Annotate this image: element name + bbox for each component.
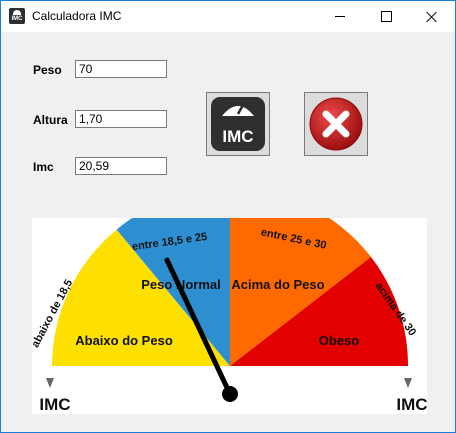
left-axis-label: IMC <box>39 395 70 414</box>
imc-gauge: Abaixo do Peso Peso Normal Acima do Peso… <box>29 187 428 414</box>
segment-label-acima: Acima do Peso <box>231 277 324 292</box>
altura-label: Altura <box>33 113 68 127</box>
window-title: Calculadora IMC <box>32 9 122 23</box>
gauge-needle-pivot <box>222 386 238 402</box>
calculate-imc-button[interactable]: IMC <box>206 92 270 156</box>
scale-imc-icon: IMC <box>211 97 265 151</box>
altura-input[interactable]: 1,70 <box>75 110 167 128</box>
peso-label: Peso <box>33 63 62 77</box>
maximize-button[interactable] <box>363 1 409 32</box>
peso-input[interactable]: 70 <box>75 60 167 78</box>
segment-label-obeso: Obeso <box>319 333 360 348</box>
imc-gauge-chart: Abaixo do Peso Peso Normal Acima do Peso… <box>29 187 428 414</box>
imc-scale-icon: IMC <box>9 8 25 24</box>
app-window: IMC Calculadora IMC Peso 70 Altura 1,70 … <box>0 0 456 433</box>
minimize-button[interactable] <box>317 1 363 32</box>
calculate-icon-text: IMC <box>222 127 253 146</box>
clear-button[interactable] <box>304 92 368 156</box>
imc-result-field[interactable]: 20,59 <box>75 157 167 175</box>
title-bar[interactable]: IMC Calculadora IMC <box>1 1 455 32</box>
close-icon <box>426 11 438 23</box>
right-axis-label: IMC <box>396 395 427 414</box>
maximize-icon <box>380 11 392 22</box>
imc-label: Imc <box>33 160 54 174</box>
right-axis-arrow-icon <box>404 378 412 388</box>
close-window-button[interactable] <box>409 1 455 32</box>
left-axis-arrow-icon <box>46 378 54 388</box>
minimize-icon <box>335 16 345 17</box>
segment-label-abaixo: Abaixo do Peso <box>75 333 173 348</box>
red-x-icon <box>309 97 363 151</box>
